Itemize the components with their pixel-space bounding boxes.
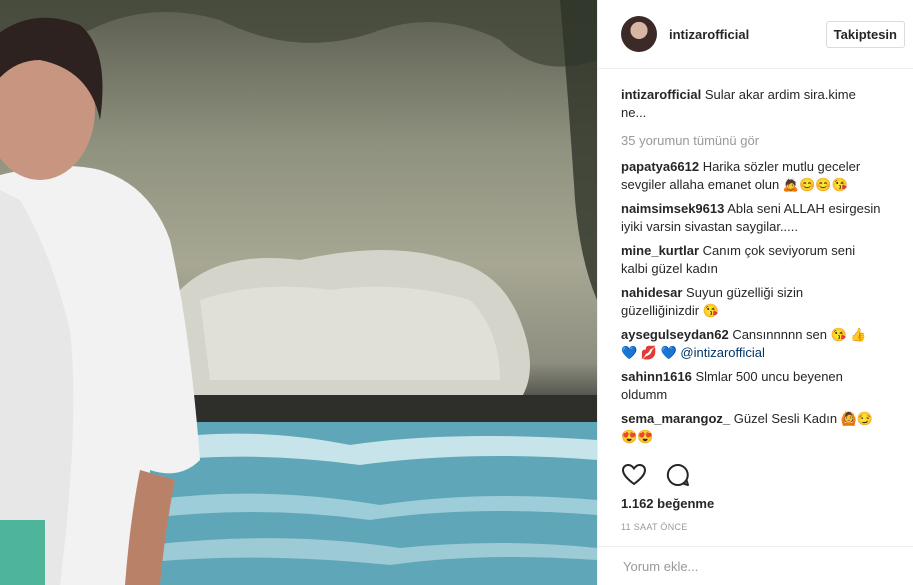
- caption-username[interactable]: intizarofficial: [621, 87, 701, 102]
- post-actions: [621, 462, 691, 488]
- comment-username[interactable]: nahidesar: [621, 285, 682, 300]
- comment-icon[interactable]: [665, 462, 691, 488]
- comment-emoji: 😘: [702, 303, 719, 318]
- comment-username[interactable]: papatya6612: [621, 159, 699, 174]
- following-button[interactable]: Takiptesin: [825, 20, 905, 48]
- comment-text: Cansınnnnn sen: [732, 327, 827, 342]
- instagram-post: intizarofficial Takiptesin intizaroffici…: [0, 0, 913, 585]
- post-photo[interactable]: [0, 0, 597, 585]
- post-timestamp[interactable]: 11 SAAT ÖNCE: [621, 522, 688, 532]
- comment-username[interactable]: naimsimsek9613: [621, 201, 724, 216]
- comment-item: sema_marangoz_ Güzel Sesli Kadın 🙆😏 😍😍: [621, 410, 883, 446]
- comment-item: nahidesar Suyun güzelliği sizin güzelliğ…: [621, 284, 883, 320]
- comment-username[interactable]: sahinn1616: [621, 369, 692, 384]
- comment-text: Güzel Sesli Kadın: [733, 411, 838, 426]
- comment-username[interactable]: mine_kurtlar: [621, 243, 699, 258]
- comment-mention[interactable]: @intizarofficial: [680, 345, 765, 360]
- post-sidebar: intizarofficial Takiptesin intizaroffici…: [597, 0, 913, 585]
- comment-item: sahinn1616 Slmlar 500 uncu beyenen oldum…: [621, 368, 883, 404]
- comment-username[interactable]: sema_marangoz_: [621, 411, 730, 426]
- heart-icon[interactable]: [621, 462, 647, 488]
- post-caption: intizarofficial Sular akar ardim sira.ki…: [621, 86, 883, 122]
- like-count[interactable]: 1.162 beğenme: [621, 496, 714, 511]
- post-username[interactable]: intizarofficial: [669, 27, 826, 42]
- post-header: intizarofficial Takiptesin: [598, 0, 913, 69]
- comment-item: naimsimsek9613 Abla seni ALLAH esirgesin…: [621, 200, 883, 236]
- comment-item: papatya6612 Harika sözler mutlu geceler …: [621, 158, 883, 194]
- comment-item: mine_kurtlar Canım çok seviyorum seni ka…: [621, 242, 883, 278]
- photo-scene: [0, 0, 597, 585]
- comment-emoji: 🙇😊😊😘: [782, 177, 848, 192]
- view-all-comments-link[interactable]: 35 yorumun tümünü gör: [621, 132, 883, 150]
- comment-item: aysegulseydan62 Cansınnnnn sen 😘 👍 💙 💋 💙…: [621, 326, 883, 362]
- add-comment-bar: [598, 546, 913, 585]
- comment-username[interactable]: aysegulseydan62: [621, 327, 729, 342]
- avatar[interactable]: [621, 16, 657, 52]
- comments-list[interactable]: intizarofficial Sular akar ardim sira.ki…: [598, 69, 913, 455]
- comment-input[interactable]: [621, 557, 885, 575]
